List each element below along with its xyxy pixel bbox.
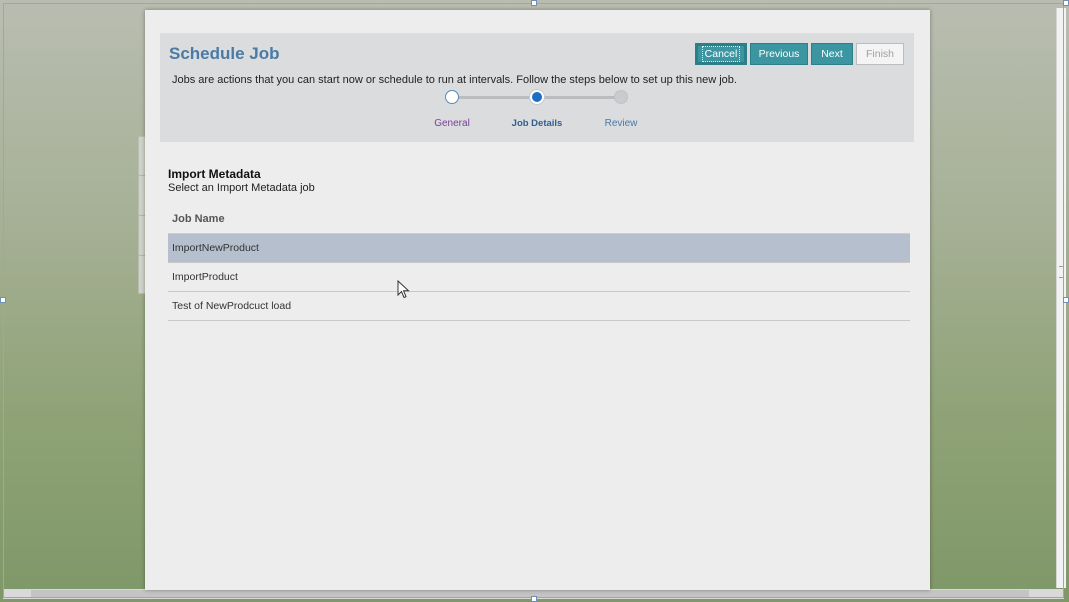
horizontal-scrollbar-thumb[interactable] — [31, 590, 1029, 598]
previous-button[interactable]: Previous — [750, 43, 808, 65]
next-button[interactable]: Next — [811, 43, 853, 65]
table-row[interactable]: ImportNewProduct — [168, 233, 910, 263]
scrollbar-grip[interactable] — [1059, 266, 1064, 278]
resize-handle[interactable] — [1063, 0, 1069, 6]
step-connector — [543, 96, 615, 99]
section-subtitle: Select an Import Metadata job — [168, 182, 315, 194]
table-row[interactable]: ImportProduct — [168, 263, 910, 292]
schedule-job-dialog: Schedule Job Jobs are actions that you c… — [145, 10, 930, 590]
resize-handle[interactable] — [1063, 297, 1069, 303]
resize-handle[interactable] — [531, 596, 537, 602]
dialog-description: Jobs are actions that you can start now … — [172, 74, 737, 86]
step-general-label[interactable]: General — [434, 118, 470, 129]
table-row[interactable]: Test of NewProdcuct load — [168, 292, 910, 321]
resize-handle[interactable] — [0, 297, 6, 303]
job-name-cell: ImportNewProduct — [172, 242, 259, 254]
cancel-button[interactable]: Cancel — [695, 43, 747, 65]
job-name-cell: ImportProduct — [172, 271, 238, 283]
resize-handle[interactable] — [531, 0, 537, 6]
finish-button[interactable]: Finish — [856, 43, 904, 65]
mouse-pointer-icon — [397, 280, 410, 299]
job-table: Job Name ImportNewProduct ImportProduct … — [168, 206, 910, 321]
step-job-details-marker — [530, 90, 544, 104]
step-job-details-label: Job Details — [511, 118, 563, 129]
step-review-marker — [614, 90, 628, 104]
step-connector — [457, 96, 531, 99]
job-name-cell: Test of NewProdcuct load — [172, 300, 292, 312]
dialog-title: Schedule Job — [169, 44, 280, 63]
section-title: Import Metadata — [168, 167, 261, 181]
step-general-marker[interactable] — [445, 90, 459, 104]
cancel-button-label: Cancel — [701, 46, 741, 62]
column-header-job-name[interactable]: Job Name — [168, 206, 910, 233]
step-review-label: Review — [604, 118, 638, 129]
dialog-header: Schedule Job Jobs are actions that you c… — [160, 33, 914, 142]
